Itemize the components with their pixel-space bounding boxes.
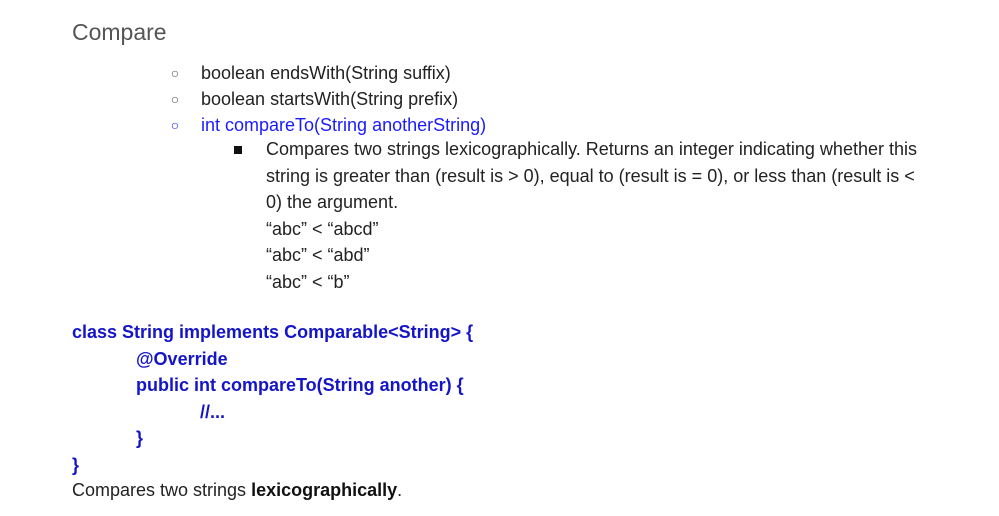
code-line: //... — [200, 401, 226, 422]
footer-suffix: . — [397, 480, 403, 500]
code-line: } — [72, 454, 80, 475]
method-label: boolean endsWith(String suffix) — [201, 63, 451, 83]
compareto-description: Compares two strings lexicographically. … — [266, 139, 917, 212]
example-line: “abc” < “abd” — [266, 245, 370, 265]
hollow-circle-bullet-icon: ○ — [170, 65, 180, 81]
list-item-compareto[interactable]: ○ int compareTo(String anotherString) — [168, 112, 486, 138]
footer-bold-term: lexicographically — [251, 480, 398, 500]
footer-prefix: Compares two strings — [72, 480, 252, 500]
method-list: ○ boolean endsWith(String suffix) ○ bool… — [168, 60, 486, 138]
hollow-circle-bullet-icon: ○ — [170, 117, 180, 133]
list-item-startswith: ○ boolean startsWith(String prefix) — [168, 86, 486, 112]
code-line: @Override — [136, 348, 228, 369]
footer-text: Compares two strings lexicographically. — [72, 478, 402, 502]
code-line: } — [136, 428, 144, 448]
hollow-circle-bullet-icon: ○ — [170, 91, 180, 107]
example-line: “abc” < “b” — [266, 271, 350, 292]
compareto-description-block: Compares two strings lexicographically. … — [234, 136, 924, 295]
method-label: boolean startsWith(String prefix) — [201, 89, 459, 109]
code-block: class String implements Comparable<Strin… — [72, 319, 473, 478]
code-line: public int compareTo(String another) { — [136, 375, 464, 395]
compareto-link[interactable]: int compareTo(String anotherString) — [201, 115, 486, 135]
list-item-endswith: ○ boolean endsWith(String suffix) — [168, 60, 486, 86]
code-line: class String implements Comparable<Strin… — [72, 322, 474, 342]
page-title: Compare — [72, 19, 167, 45]
example-line: “abc” < “abcd” — [266, 218, 379, 239]
square-bullet-icon — [234, 146, 242, 154]
